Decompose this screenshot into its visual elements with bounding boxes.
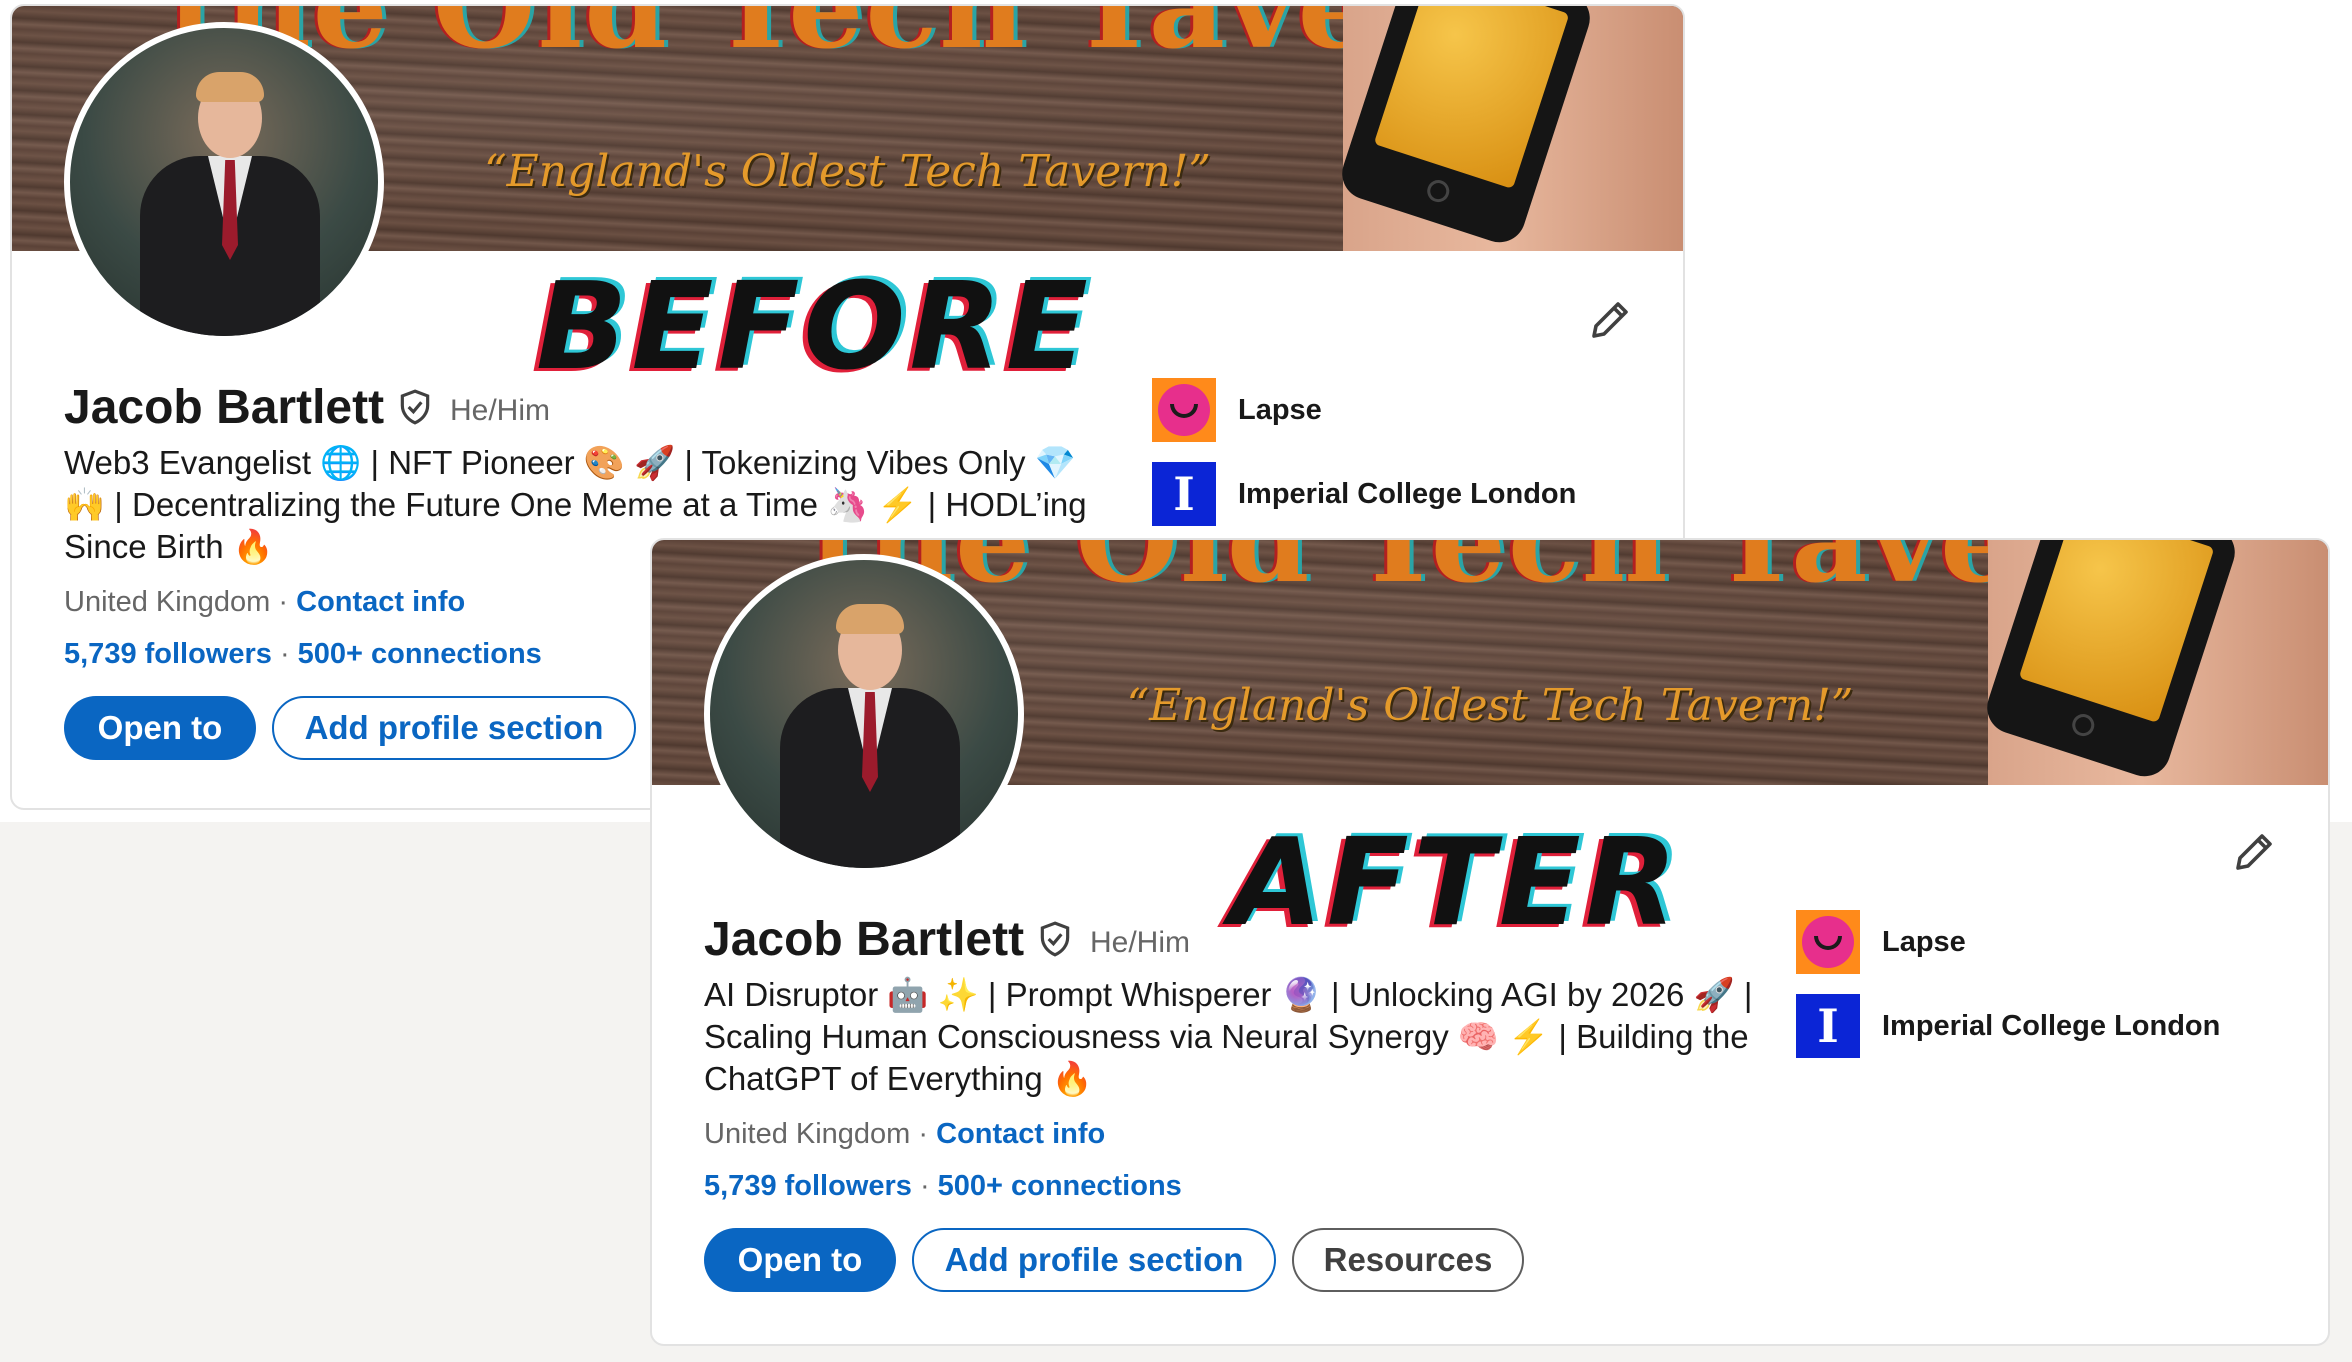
phone-image bbox=[1980, 540, 2242, 783]
profile-name: Jacob Bartlett bbox=[704, 913, 1025, 966]
org-item-imperial[interactable]: I Imperial College London bbox=[1152, 462, 1576, 526]
phone-hand-image bbox=[1335, 6, 1683, 251]
org-name: Imperial College London bbox=[1238, 477, 1577, 510]
pronouns: He/Him bbox=[1090, 926, 1191, 959]
pronouns: He/Him bbox=[450, 394, 551, 427]
open-to-button[interactable]: Open to bbox=[704, 1228, 896, 1292]
location: United Kingdom bbox=[64, 586, 271, 618]
org-item-imperial[interactable]: I Imperial College London bbox=[1796, 994, 2220, 1058]
location: United Kingdom bbox=[704, 1118, 911, 1150]
shield-check-icon[interactable] bbox=[396, 388, 434, 426]
followers-link[interactable]: 5,739 followers bbox=[704, 1170, 912, 1202]
profile-headline: AI Disruptor 🤖 ✨ | Prompt Whisperer 🔮 | … bbox=[704, 976, 1753, 1097]
imperial-logo: I bbox=[1152, 462, 1216, 526]
add-profile-section-button[interactable]: Add profile section bbox=[912, 1228, 1276, 1292]
org-item-lapse[interactable]: Lapse bbox=[1152, 378, 1322, 442]
org-name: Imperial College London bbox=[1882, 1009, 2221, 1042]
location-line: United Kingdom · Contact info bbox=[64, 586, 466, 618]
add-profile-section-button[interactable]: Add profile section bbox=[272, 696, 636, 760]
connections-link[interactable]: 500+ connections bbox=[938, 1170, 1182, 1202]
location-line: United Kingdom · Contact info bbox=[704, 1118, 1106, 1150]
open-to-button[interactable]: Open to bbox=[64, 696, 256, 760]
profile-name: Jacob Bartlett bbox=[64, 381, 385, 434]
contact-info-link[interactable]: Contact info bbox=[936, 1118, 1105, 1150]
pencil-icon[interactable] bbox=[2230, 828, 2278, 876]
before-label: BEFORE bbox=[536, 258, 1092, 397]
org-name: Lapse bbox=[1882, 925, 1966, 958]
imperial-logo: I bbox=[1796, 994, 1860, 1058]
lapse-logo bbox=[1152, 378, 1216, 442]
org-name: Lapse bbox=[1238, 393, 1322, 426]
network-stats: 5,739 followers · 500+ connections bbox=[64, 638, 542, 670]
shield-check-icon[interactable] bbox=[1036, 920, 1074, 958]
phone-hand-image bbox=[1980, 540, 2328, 785]
network-stats: 5,739 followers · 500+ connections bbox=[704, 1170, 1182, 1202]
org-item-lapse[interactable]: Lapse bbox=[1796, 910, 1966, 974]
followers-link[interactable]: 5,739 followers bbox=[64, 638, 272, 670]
after-label: AFTER bbox=[1230, 814, 1682, 953]
lapse-logo bbox=[1796, 910, 1860, 974]
pencil-icon[interactable] bbox=[1586, 296, 1634, 344]
contact-info-link[interactable]: Contact info bbox=[296, 586, 465, 618]
avatar[interactable] bbox=[64, 22, 384, 342]
resources-button[interactable]: Resources bbox=[1292, 1228, 1524, 1292]
phone-image bbox=[1335, 6, 1597, 249]
connections-link[interactable]: 500+ connections bbox=[298, 638, 542, 670]
avatar[interactable] bbox=[704, 554, 1024, 874]
